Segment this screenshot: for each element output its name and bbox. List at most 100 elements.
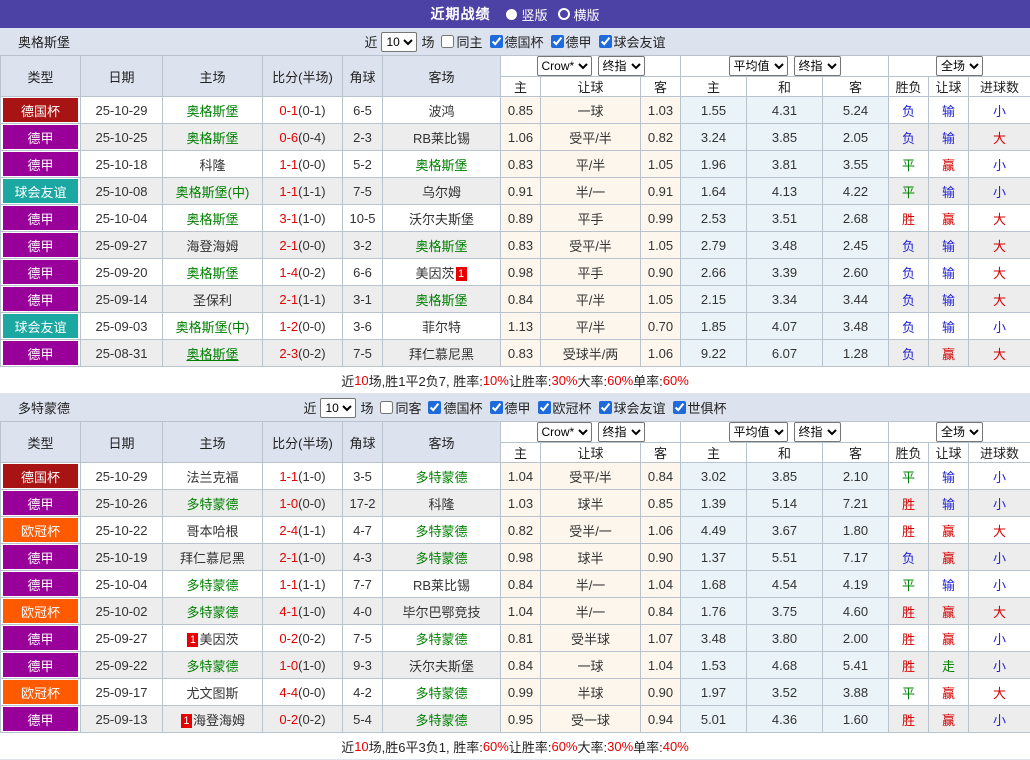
avg-stage-select[interactable]: 终指 [794,422,841,442]
scope-select[interactable]: 全场 [936,56,983,76]
league-type: 德甲 [3,152,78,176]
competition-filter-1[interactable]: 德甲 [490,398,531,417]
fulltime-score: 2-1 [279,238,298,253]
competition-filter-checkbox[interactable] [673,401,686,414]
away-team-name[interactable]: 波鸿 [428,104,454,119]
home-team-name[interactable]: 多特蒙德 [186,605,238,620]
home-team-name[interactable]: 科隆 [199,158,225,173]
odds-away: 1.04 [641,571,681,598]
competition-filter-1[interactable]: 德甲 [551,32,592,51]
home-team-name[interactable]: 美因茨 [199,632,238,647]
recent-count-select[interactable]: 10 [320,398,356,418]
summary-part: 30% [607,739,633,754]
odds-source-select[interactable]: Crow* [537,56,592,76]
away-team-cell: RB莱比锡 [383,124,501,151]
odds-away: 1.05 [641,232,681,259]
away-team-name[interactable]: RB莱比锡 [413,131,470,146]
home-team-name[interactable]: 哥本哈根 [186,524,238,539]
home-team-name[interactable]: 奥格斯堡 [186,104,238,119]
odds-away: 0.82 [641,124,681,151]
home-team-name[interactable]: 奥格斯堡 [186,212,238,227]
avg-stage-select[interactable]: 终指 [794,56,841,76]
away-team-name[interactable]: 多特蒙德 [415,470,467,485]
away-team-name[interactable]: RB莱比锡 [413,578,470,593]
home-team-name[interactable]: 多特蒙德 [186,578,238,593]
away-team-name[interactable]: 毕尔巴鄂竞技 [402,605,480,620]
away-team-name[interactable]: 乌尔姆 [422,185,461,200]
away-team-name[interactable]: 多特蒙德 [415,551,467,566]
odds-source-select[interactable]: Crow* [537,422,592,442]
odds-stage-select[interactable]: 终指 [598,422,645,442]
away-team-name[interactable]: 菲尔特 [422,320,461,335]
red-card-badge: 1 [456,267,467,281]
competition-filter-checkbox[interactable] [599,35,612,48]
avg-source-select[interactable]: 平均值 [729,422,788,442]
games-label: 场 [360,398,373,417]
competition-filter-checkbox[interactable] [599,401,612,414]
away-team-name[interactable]: 拜仁慕尼黑 [409,347,474,362]
halftime-score: (0-0) [298,238,325,253]
away-team-name[interactable]: 奥格斯堡 [415,293,467,308]
away-team-name[interactable]: 奥格斯堡 [415,239,467,254]
competition-filter-0[interactable]: 德国杯 [490,32,544,51]
recent-count-select[interactable]: 10 [381,32,417,52]
away-team-name[interactable]: 多特蒙德 [415,686,467,701]
competition-filter-checkbox[interactable] [490,35,503,48]
competition-filter-0[interactable]: 德国杯 [428,398,482,417]
home-team-name[interactable]: 奥格斯堡(中) [176,320,250,335]
competition-filter-checkbox[interactable] [551,35,564,48]
home-team-name[interactable]: 海登海姆 [186,239,238,254]
away-team-name[interactable]: 多特蒙德 [415,632,467,647]
away-team-name[interactable]: 美因茨 [415,266,454,281]
home-team-cell: 奥格斯堡 [163,259,263,286]
competition-filter-checkbox[interactable] [428,401,441,414]
home-team-name[interactable]: 圣保利 [193,293,232,308]
result-handicap: 赢 [929,625,969,652]
home-team-name[interactable]: 尤文图斯 [186,686,238,701]
radio-vertical-option[interactable]: 竖版 [506,5,547,24]
home-team-name[interactable]: 多特蒙德 [186,659,238,674]
same-venue-option[interactable]: 同客 [380,398,421,417]
competition-filter-2[interactable]: 球会友谊 [599,32,666,51]
home-team-name[interactable]: 奥格斯堡 [186,266,238,281]
match-date: 25-09-17 [81,679,163,706]
competition-filter-checkbox[interactable] [538,401,551,414]
competition-filter-4[interactable]: 世俱杯 [673,398,727,417]
home-team-cell: 1海登海姆 [163,706,263,733]
away-team-name[interactable]: 多特蒙德 [415,713,467,728]
same-venue-checkbox[interactable] [380,401,393,414]
radio-horizontal-option[interactable]: 横版 [558,5,600,24]
league-type: 德甲 [3,707,78,731]
competition-filter-3[interactable]: 球会友谊 [599,398,666,417]
same-venue-checkbox[interactable] [441,35,454,48]
result-handicap: 输 [929,97,969,124]
home-team-name[interactable]: 多特蒙德 [186,497,238,512]
away-team-name[interactable]: 科隆 [428,497,454,512]
home-team-name[interactable]: 奥格斯堡 [186,131,238,146]
avg-source-select[interactable]: 平均值 [729,56,788,76]
competition-filter-checkbox[interactable] [490,401,503,414]
result-goals: 大 [969,679,1030,706]
competition-filter-2[interactable]: 欧冠杯 [538,398,592,417]
home-team-name[interactable]: 奥格斯堡(中) [176,185,250,200]
odds-home: 0.95 [501,706,541,733]
away-team-name[interactable]: 沃尔夫斯堡 [409,212,474,227]
sub-column-header: 进球数 [969,77,1030,97]
odds-stage-select[interactable]: 终指 [598,56,645,76]
avg-away: 7.21 [823,490,889,517]
avg-draw: 3.48 [747,232,823,259]
same-venue-option[interactable]: 同主 [441,32,482,51]
home-team-name[interactable]: 奥格斯堡 [186,347,238,362]
away-team-name[interactable]: 沃尔夫斯堡 [409,659,474,674]
result-handicap: 输 [929,313,969,340]
away-team-name[interactable]: 多特蒙德 [415,524,467,539]
scope-select[interactable]: 全场 [936,422,983,442]
home-team-name[interactable]: 拜仁慕尼黑 [180,551,245,566]
home-team-cell: 多特蒙德 [163,490,263,517]
home-team-name[interactable]: 法兰克福 [186,470,238,485]
summary-part: 大率: [578,371,608,390]
away-team-name[interactable]: 奥格斯堡 [415,158,467,173]
home-team-cell: 多特蒙德 [163,598,263,625]
match-date: 25-10-26 [81,490,163,517]
home-team-name[interactable]: 海登海姆 [193,713,245,728]
